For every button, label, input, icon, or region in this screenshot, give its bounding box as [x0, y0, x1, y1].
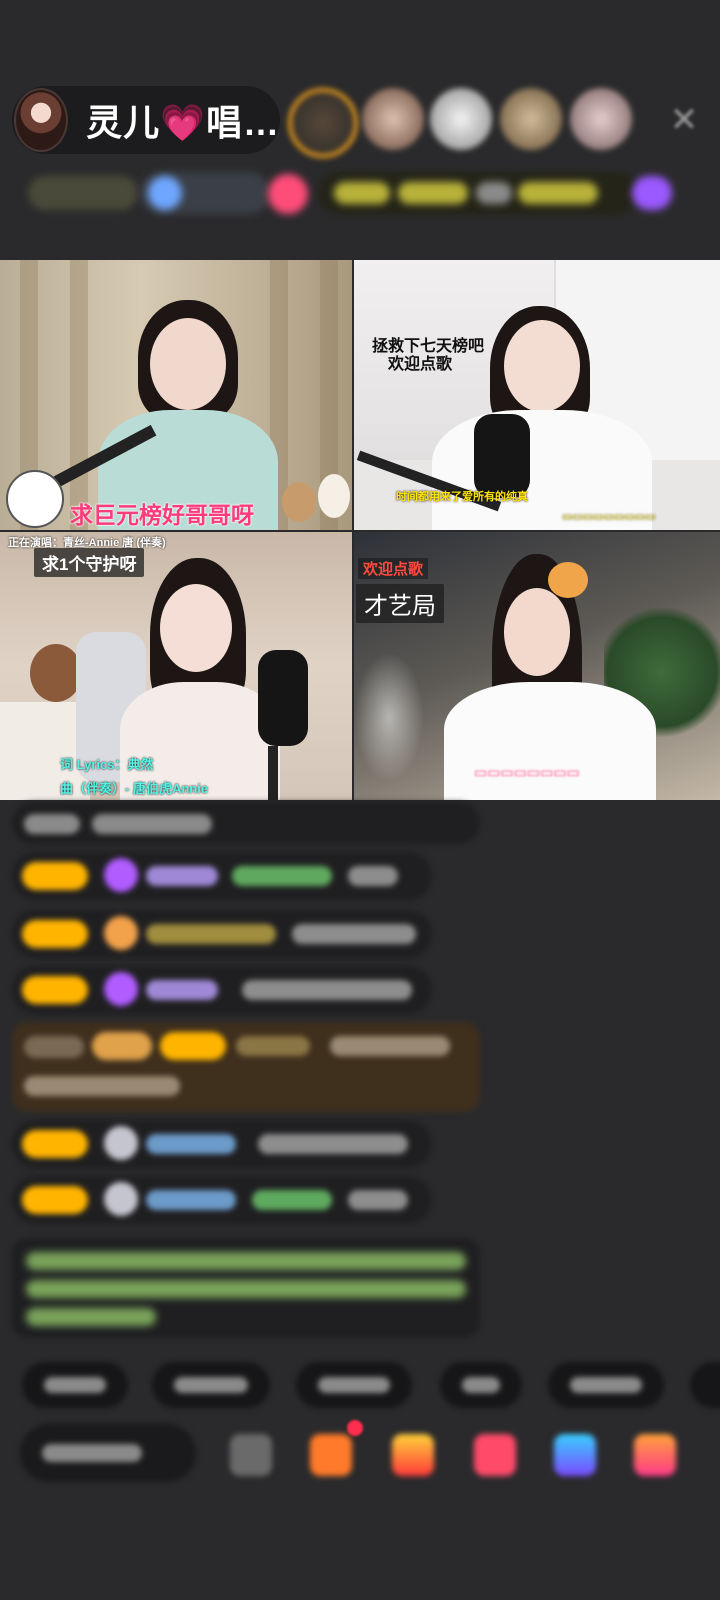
quick-chip[interactable]: [548, 1362, 664, 1408]
video-cell-3[interactable]: 正在演唱：青丝-Annie 唐 (伴奏) 求1个守护呀 词 Lyrics：典然 …: [0, 532, 352, 800]
chat-message: [12, 966, 432, 1014]
quick-chip[interactable]: [690, 1362, 720, 1408]
gift-box-icon[interactable]: [392, 1434, 434, 1476]
chat-message: [12, 802, 480, 844]
red-packet-icon[interactable]: [474, 1434, 516, 1476]
host-name: 灵儿💗唱…: [86, 94, 280, 146]
music-credit: 曲（伴奏）- 唐伯虎Annie: [60, 781, 209, 796]
lyrics-credit: 词 Lyrics：典然: [60, 757, 154, 772]
chat-message: [12, 910, 432, 958]
host-name-text: 灵儿: [86, 102, 161, 143]
video-cell-1[interactable]: 求巨元榜好哥哥呀: [0, 260, 352, 530]
wish-icon[interactable]: [310, 1434, 352, 1476]
comment-input[interactable]: [20, 1424, 196, 1482]
top-viewer-avatar-3[interactable]: [430, 88, 492, 150]
gift-icon[interactable]: [634, 1434, 676, 1476]
chat-message: [12, 1120, 432, 1168]
talent-tag: 才艺局: [356, 584, 444, 623]
top-viewer-avatar-2[interactable]: [362, 88, 424, 150]
host-info-pill[interactable]: 灵儿💗唱…: [12, 86, 280, 154]
song-request-tag: 欢迎点歌: [358, 558, 429, 579]
room-info-row[interactable]: [14, 168, 706, 218]
caption-bottom: 时间都用来了爱所有的纯真: [396, 491, 528, 503]
game-icon[interactable]: [554, 1434, 596, 1476]
top-viewer-avatar-4[interactable]: [500, 88, 562, 150]
host-name-suffix: 唱…: [205, 102, 280, 143]
host-avatar[interactable]: [14, 88, 69, 152]
top-viewer-avatar-5[interactable]: [570, 88, 632, 150]
emoji-icon[interactable]: [230, 1434, 272, 1476]
quick-chip[interactable]: [440, 1362, 522, 1408]
top-viewer-avatar-1[interactable]: [288, 88, 358, 158]
notification-dot: [347, 1420, 363, 1436]
heart-icon: 💗: [160, 102, 206, 143]
quick-chip[interactable]: [296, 1362, 412, 1408]
caption-line-2: 欢迎点歌: [388, 356, 453, 373]
video-cell-2[interactable]: 拯救下七天榜吧 欢迎点歌 时间都用来了爱所有的纯真 ▭▭▭▭▭▭▭▭▭: [354, 260, 720, 530]
guard-tag: 求1个守护呀: [34, 548, 145, 577]
quick-chip[interactable]: [152, 1362, 270, 1408]
chat-message: [12, 1176, 432, 1224]
quick-chip[interactable]: [22, 1362, 128, 1408]
video-cell-4[interactable]: 欢迎点歌 才艺局 ▭▭▭▭▭▭▭▭: [354, 532, 720, 800]
chat-message: [12, 852, 432, 900]
caption-text: 求巨元榜好哥哥呀: [70, 502, 254, 528]
close-icon[interactable]: ✕: [666, 102, 702, 138]
